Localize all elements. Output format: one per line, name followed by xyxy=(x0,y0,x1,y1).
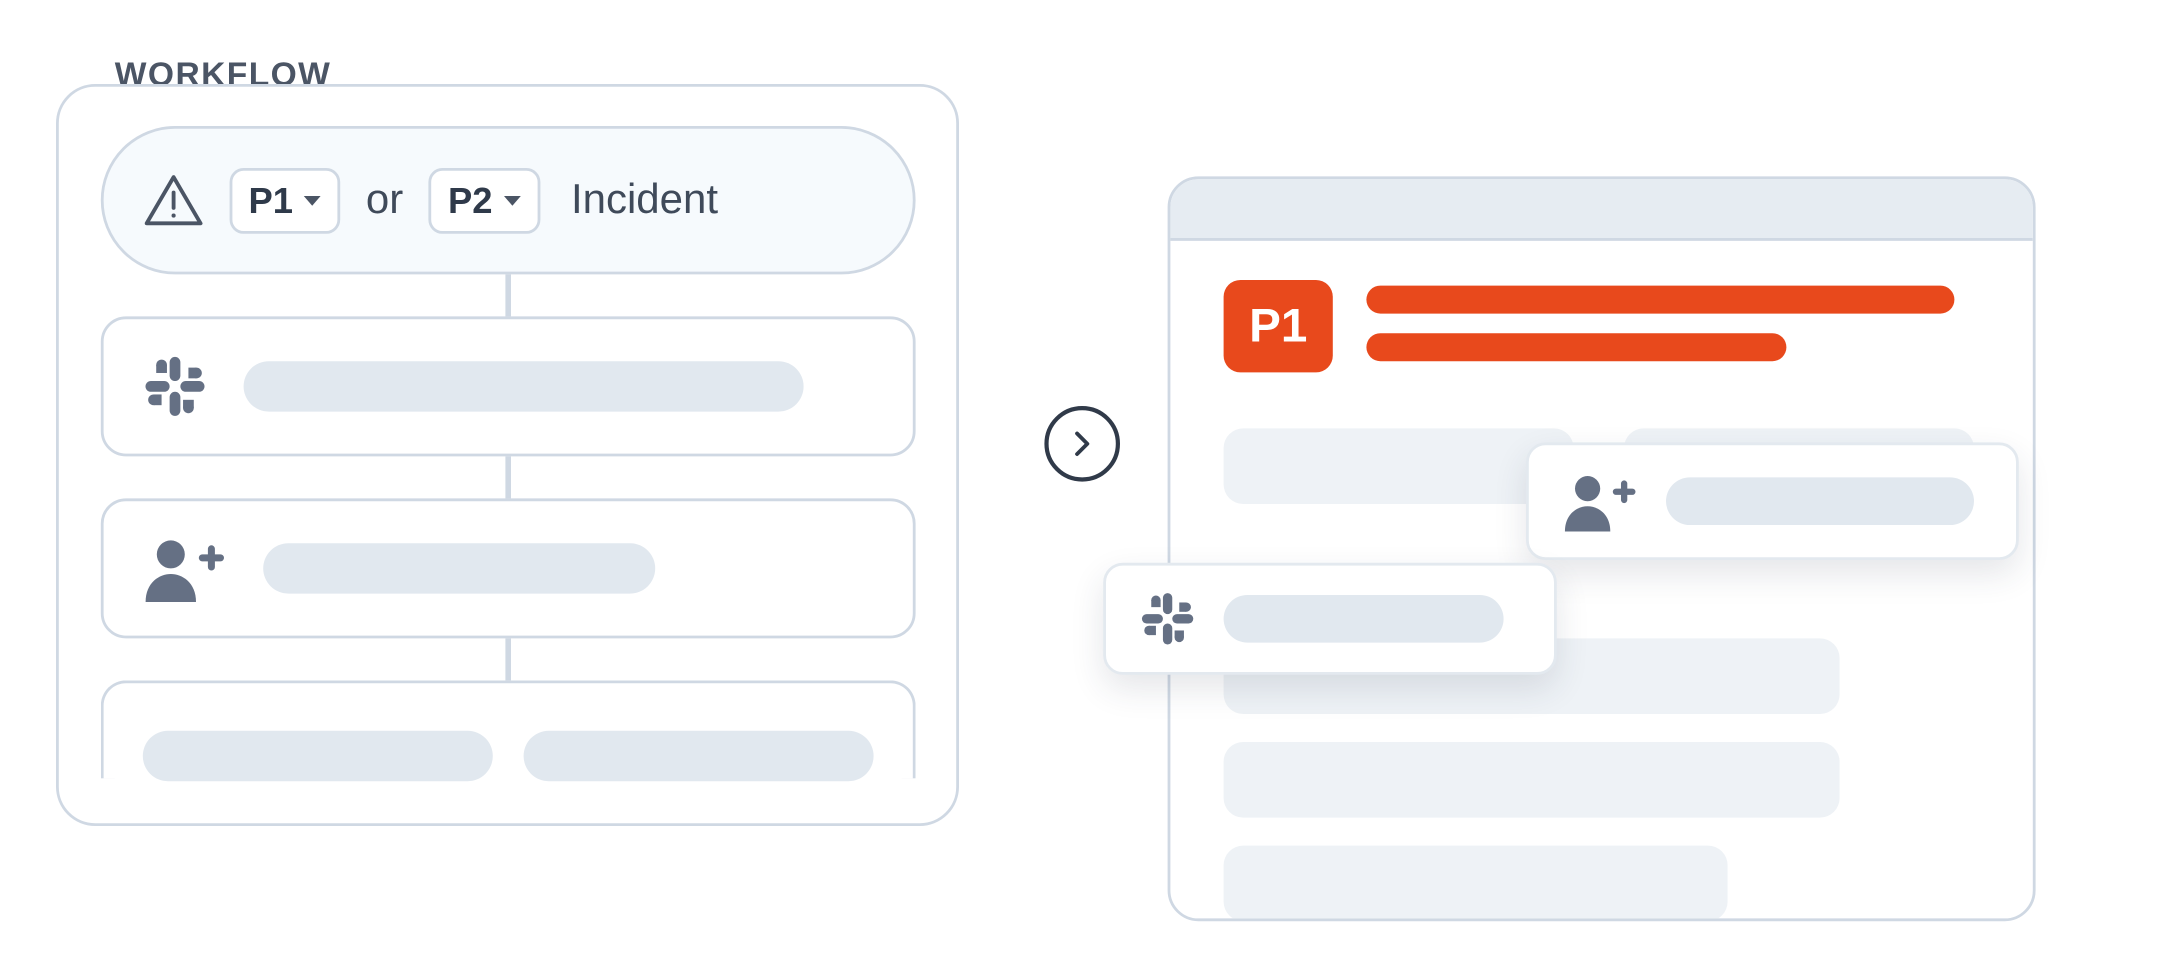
priority-2-label: P2 xyxy=(448,179,493,222)
placeholder-bar xyxy=(1666,477,1974,525)
warning-icon xyxy=(142,172,204,228)
callout-slack xyxy=(1103,563,1557,675)
placeholder-bar xyxy=(523,731,873,781)
chevron-down-icon xyxy=(504,195,521,205)
workflow-connector xyxy=(505,274,511,316)
placeholder-bar xyxy=(1366,286,1954,314)
placeholder-bar xyxy=(263,543,655,593)
window-titlebar xyxy=(1170,179,2032,241)
workflow-connector xyxy=(505,456,511,498)
placeholder-bar xyxy=(1366,333,1786,361)
flow-arrow xyxy=(1044,406,1120,482)
placeholder-block xyxy=(1224,742,1840,818)
incident-header: P1 xyxy=(1224,280,1980,372)
priority-select-2[interactable]: P2 xyxy=(428,167,540,233)
slack-icon xyxy=(142,354,206,418)
trigger-conjunction: or xyxy=(366,176,403,224)
placeholder-block xyxy=(1224,846,1728,922)
trigger-noun: Incident xyxy=(571,176,718,224)
priority-badge: P1 xyxy=(1224,280,1333,372)
workflow-step-slack xyxy=(100,316,915,456)
workflow-step-partial xyxy=(100,680,915,778)
slack-icon xyxy=(1140,591,1196,647)
workflow-step-add-person xyxy=(100,498,915,638)
workflow-container: P1 or P2 Incident xyxy=(56,84,959,826)
workflow-connector xyxy=(505,638,511,680)
callout-add-person xyxy=(1526,442,2019,560)
chevron-down-icon xyxy=(304,195,321,205)
workflow-trigger: P1 or P2 Incident xyxy=(100,126,915,274)
placeholder-bar xyxy=(243,361,803,411)
incident-title-lines xyxy=(1366,280,1979,361)
placeholder-bar xyxy=(142,731,492,781)
placeholder-bar xyxy=(1224,595,1504,643)
priority-select-1[interactable]: P1 xyxy=(229,167,341,233)
placeholder-block xyxy=(1224,428,1574,504)
add-person-icon xyxy=(142,535,226,602)
incident-body xyxy=(1224,638,1980,921)
priority-1-label: P1 xyxy=(249,179,294,222)
add-person-icon xyxy=(1562,470,1638,532)
